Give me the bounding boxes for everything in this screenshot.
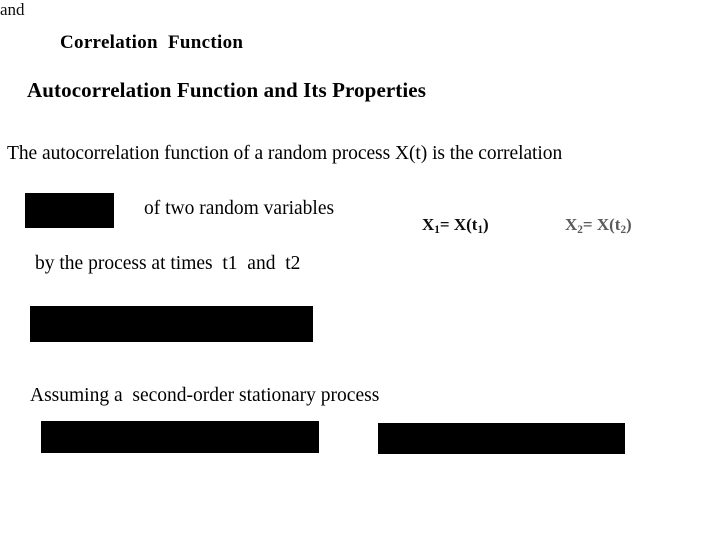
slide-canvas: Correlation Function Autocorrelation Fun…	[0, 0, 720, 540]
math-x2-equation: = X(t	[582, 215, 621, 234]
math-x1-close-paren: )	[483, 215, 489, 234]
redaction-box-2	[30, 306, 313, 342]
math-x2-variable: X	[565, 215, 578, 234]
redaction-box-3	[41, 421, 319, 453]
slide-heading-primary: Correlation Function	[60, 32, 244, 53]
redaction-box-4	[378, 423, 625, 454]
slide-body-line-2: of two random variables	[144, 198, 335, 219]
math-x1-equation: = X(t	[439, 215, 478, 234]
redaction-box-1	[25, 193, 114, 228]
slide-heading-secondary: Autocorrelation Function and Its Propert…	[27, 78, 427, 102]
slide-body-line-3: by the process at times t1 and t2	[35, 253, 301, 274]
math-conjunction: and	[0, 0, 25, 19]
slide-body-line-1: The autocorrelation function of a random…	[7, 143, 563, 164]
slide-body-line-4: Assuming a second-order stationary proce…	[30, 385, 380, 406]
math-expression-x1: X1= X(t1)	[405, 199, 489, 253]
math-expression-x2: X2= X(t2)	[548, 199, 632, 253]
math-x1-variable: X	[422, 215, 435, 234]
math-x2-close-paren: )	[626, 215, 632, 234]
